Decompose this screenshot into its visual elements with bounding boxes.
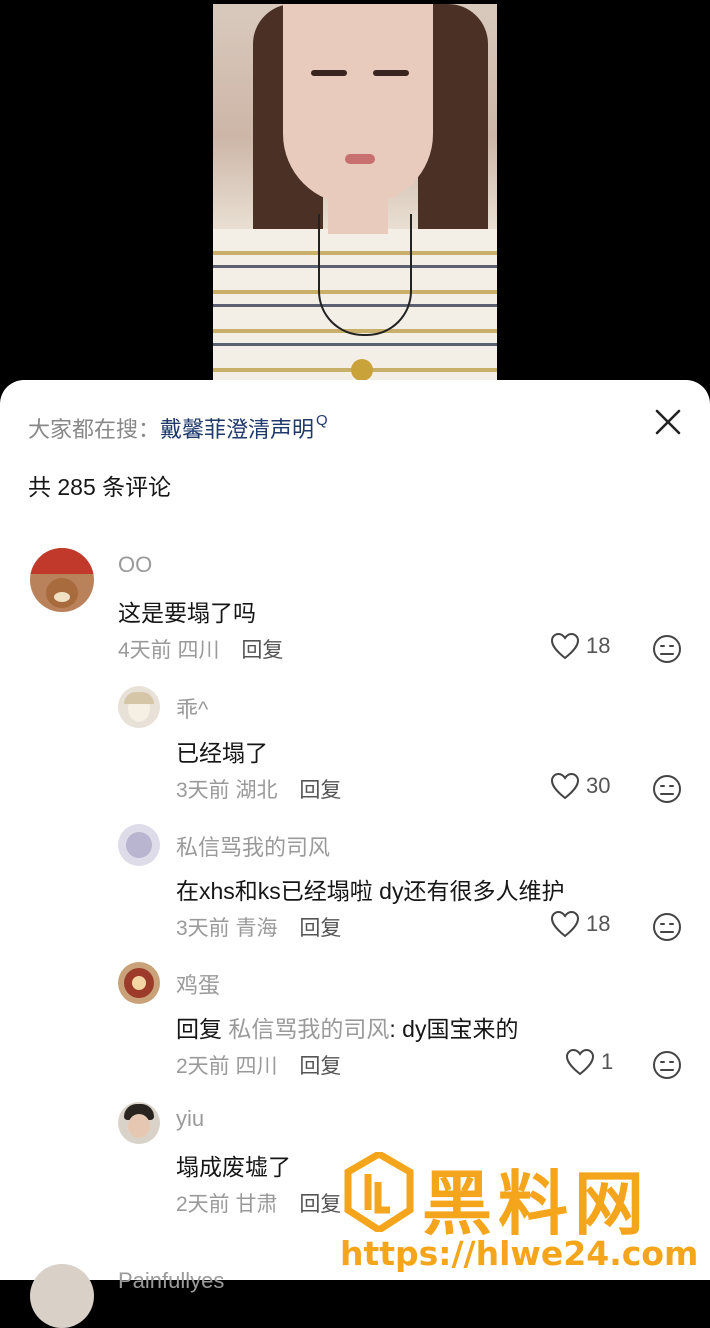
- video-player[interactable]: [0, 0, 710, 400]
- video-frame: [213, 4, 497, 384]
- reply-button[interactable]: 回复: [299, 1193, 341, 1216]
- comment-location: 甘肃: [235, 1193, 278, 1216]
- heart-icon: [550, 910, 580, 938]
- search-icon: Q: [316, 412, 328, 429]
- comment-text: 塌成废墟了: [176, 1154, 291, 1180]
- necklace: [318, 214, 412, 336]
- comment-text: 这是要塌了吗: [118, 600, 256, 626]
- reply-prefix: 回复: [176, 1016, 229, 1042]
- comment-username[interactable]: 鸡蛋: [176, 968, 220, 1000]
- comment-username[interactable]: Painfullyes: [118, 1268, 224, 1294]
- heart-icon: [550, 632, 580, 660]
- like-count: 1: [601, 1049, 614, 1074]
- comment-username[interactable]: yiu: [176, 1106, 204, 1132]
- comment-meta: 2天前 甘肃 回复: [176, 1188, 341, 1218]
- search-suggestion[interactable]: 大家都在搜：戴馨菲澄清声明 Q: [28, 412, 328, 444]
- avatar[interactable]: [118, 962, 160, 1004]
- search-suggestion-prefix: 大家都在搜：: [28, 417, 161, 442]
- comment-text: 回复 私信骂我的司风: dy国宝来的: [176, 1010, 518, 1044]
- avatar[interactable]: [118, 686, 160, 728]
- comment-location: 湖北: [235, 779, 278, 802]
- mouth: [345, 154, 375, 164]
- comment-time: 2天前: [176, 1055, 230, 1078]
- avatar[interactable]: [30, 1264, 94, 1328]
- eye-left: [311, 70, 347, 76]
- comment-meta: 4天前 四川 回复: [118, 634, 283, 664]
- comment-text: 已经塌了: [176, 740, 268, 766]
- comment-meta: 3天前 青海 回复: [176, 912, 341, 942]
- comment-meta: 3天前 湖北 回复: [176, 774, 341, 804]
- comment-location: 四川: [235, 1055, 278, 1078]
- reply-button[interactable]: 回复: [299, 779, 341, 802]
- eye-right: [373, 70, 409, 76]
- reply-button[interactable]: 回复: [299, 1055, 341, 1078]
- pendant: [351, 359, 373, 381]
- comment-time: 3天前: [176, 779, 230, 802]
- reply-body: : dy国宝来的: [389, 1016, 519, 1042]
- comment-count: 共 285 条评论: [28, 474, 172, 500]
- heart-icon: [550, 772, 580, 800]
- comment-time: 2天前: [176, 1193, 230, 1216]
- dislike-face-icon[interactable]: [652, 774, 682, 804]
- like-count: 18: [586, 911, 611, 936]
- heart-icon: [565, 1048, 595, 1076]
- comments-sheet: 大家都在搜：戴馨菲澄清声明 Q 共 285 条评论 OO 这是要塌了吗 4天前 四…: [0, 380, 710, 1328]
- comment-location: 青海: [235, 917, 278, 940]
- reply-mention[interactable]: 私信骂我的司风: [228, 1016, 389, 1042]
- comment-username[interactable]: 乖^: [176, 692, 208, 724]
- like-count: 30: [586, 773, 611, 798]
- face: [283, 4, 433, 204]
- search-suggestion-keyword[interactable]: 戴馨菲澄清声明: [160, 417, 314, 442]
- avatar[interactable]: [30, 548, 94, 612]
- avatar[interactable]: [118, 1102, 160, 1144]
- comment-time: 4天前: [118, 639, 172, 662]
- like-button[interactable]: 1: [565, 1048, 613, 1076]
- comment-location: 四川: [177, 639, 220, 662]
- comment-time: 3天前: [176, 917, 230, 940]
- close-icon[interactable]: [650, 404, 686, 440]
- comment-username[interactable]: 私信骂我的司风: [176, 830, 330, 862]
- like-button[interactable]: 18: [550, 632, 610, 660]
- like-button[interactable]: 30: [550, 772, 610, 800]
- comment-meta: 2天前 四川 回复: [176, 1050, 341, 1080]
- comment-text: 在xhs和ks已经塌啦 dy还有很多人维护: [176, 878, 565, 904]
- like-button[interactable]: 18: [550, 910, 610, 938]
- dislike-face-icon[interactable]: [652, 634, 682, 664]
- reply-button[interactable]: 回复: [241, 639, 283, 662]
- reply-button[interactable]: 回复: [299, 917, 341, 940]
- comment-username[interactable]: OO: [118, 552, 152, 578]
- dislike-face-icon[interactable]: [652, 1050, 682, 1080]
- avatar[interactable]: [118, 824, 160, 866]
- dislike-face-icon[interactable]: [652, 912, 682, 942]
- like-count: 18: [586, 633, 611, 658]
